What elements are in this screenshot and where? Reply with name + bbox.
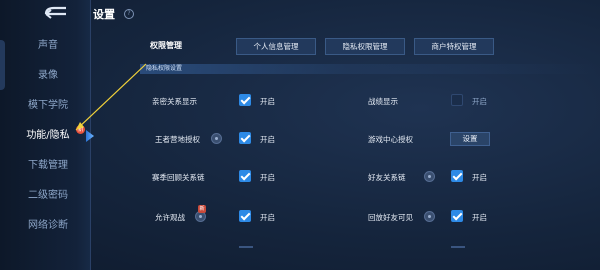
annotation-arrow-icon (75, 63, 147, 131)
